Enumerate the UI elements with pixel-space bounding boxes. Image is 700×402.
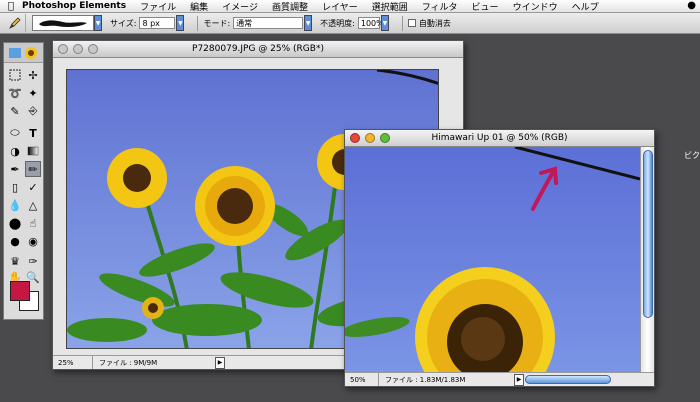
minimize-button[interactable]: [365, 133, 375, 143]
menu-filter[interactable]: フィルタ: [422, 0, 458, 13]
sharpen-tool-icon[interactable]: △: [25, 197, 41, 213]
toolbox-palette: ✢ ➰ ✦ ✎ ⎆ ⬭ T ◑ ✒ ✏ ▯ ✓ 💧 △ ⬤ ☝ ● ◉ ♛ ✑ …: [3, 42, 44, 320]
sunflower-logo-icon: [8, 46, 37, 59]
close-button[interactable]: [350, 133, 360, 143]
help-bubble-icon[interactable]: ●: [687, 0, 696, 11]
document-window-himawari: Himawari Up 01 @ 50% (RGB) 50% ファイル : 1.…: [344, 129, 655, 387]
menu-layer[interactable]: レイヤー: [322, 0, 358, 13]
file-size-info: ファイル : 9M/9M: [99, 358, 158, 367]
window-status-bar: 50% ファイル : 1.83M/1.83M ▶: [345, 372, 654, 386]
window-title: Himawari Up 01 @ 50% (RGB): [431, 133, 568, 143]
eraser-tool-icon[interactable]: ▯: [7, 179, 23, 195]
sunflower-closeup: [415, 267, 555, 374]
status-menu-arrow-icon[interactable]: ▶: [215, 356, 225, 369]
app-name-menu[interactable]: Photoshop Elements: [22, 1, 126, 11]
separator: [197, 15, 199, 31]
window-title: P7280079.JPG @ 25% (RGB*): [192, 44, 324, 54]
eyedropper-tool-icon[interactable]: ✑: [25, 253, 41, 269]
opacity-input[interactable]: 100%: [357, 17, 384, 29]
sunflower-large: [195, 166, 275, 246]
ellipse-shape-tool-icon[interactable]: ⬭: [7, 125, 23, 141]
mode-label: モード:: [203, 18, 231, 28]
menu-window[interactable]: ウインドウ: [513, 0, 558, 13]
dodge-tool-icon[interactable]: ●: [7, 233, 23, 249]
menu-help[interactable]: ヘルプ: [572, 0, 599, 13]
foreground-color-swatch[interactable]: [10, 281, 30, 301]
blur-tool-icon[interactable]: 💧: [7, 197, 23, 213]
size-input[interactable]: 8 px: [139, 17, 176, 29]
size-slider-arrow-icon[interactable]: ▼: [176, 15, 185, 31]
brush-preset-picker[interactable]: [32, 15, 94, 31]
impressionist-brush-tool-icon[interactable]: ✓: [25, 179, 41, 195]
opacity-slider-arrow-icon[interactable]: ▼: [380, 15, 389, 31]
marquee-tool-icon[interactable]: [7, 67, 23, 83]
red-eye-tool-icon[interactable]: ◉: [25, 233, 41, 249]
type-tool-icon[interactable]: T: [25, 125, 41, 141]
menu-bar:  Photoshop Elements ファイル 編集 イメージ 画質調整 レ…: [0, 0, 700, 13]
vertical-scrollbar[interactable]: [640, 147, 654, 374]
brush-dropdown-arrow-icon[interactable]: ▼: [94, 15, 102, 31]
menu-select[interactable]: 選択範囲: [372, 0, 408, 13]
sponge-tool-icon[interactable]: ⬤: [7, 215, 23, 231]
smudge-tool-icon[interactable]: ☝: [25, 215, 41, 231]
menu-view[interactable]: ビュー: [472, 0, 499, 13]
annotation-arrow: [531, 166, 558, 211]
menu-edit[interactable]: 編集: [190, 0, 208, 13]
auto-erase-label: 自動消去: [418, 18, 451, 28]
zoom-level[interactable]: 50%: [345, 373, 379, 386]
gradient-tool-icon[interactable]: [25, 143, 41, 159]
file-size-info: ファイル : 1.83M/1.83M: [385, 375, 466, 384]
paint-bucket-tool-icon[interactable]: ◑: [7, 143, 23, 159]
selection-brush-tool-icon[interactable]: ✎: [7, 103, 23, 119]
options-bar: ▼ サイズ: 8 px ▼ モード: 通常 ▼ 不透明度: 100% ▼ 自動消…: [0, 13, 700, 34]
separator: [401, 15, 403, 31]
brush-tool-icon[interactable]: ✒: [7, 161, 23, 177]
lasso-tool-icon[interactable]: ➰: [7, 85, 23, 101]
move-tool-icon[interactable]: ✢: [25, 67, 41, 83]
apple-menu-icon[interactable]: : [0, 1, 22, 12]
pencil-tool-icon[interactable]: [4, 14, 26, 32]
mode-dropdown-arrow-icon[interactable]: ▼: [304, 15, 313, 31]
size-label: サイズ:: [110, 18, 137, 28]
toolbox-header: [4, 43, 43, 63]
zoom-level[interactable]: 25%: [53, 356, 93, 369]
minimize-button[interactable]: [73, 44, 83, 54]
clone-stamp-tool-icon[interactable]: ♛: [7, 253, 23, 269]
opacity-label: 不透明度:: [320, 18, 355, 28]
horizontal-scroll-thumb[interactable]: [525, 375, 611, 384]
crop-tool-icon[interactable]: ⎆: [25, 103, 41, 119]
close-button[interactable]: [58, 44, 68, 54]
magic-wand-tool-icon[interactable]: ✦: [25, 85, 41, 101]
window-titlebar[interactable]: P7280079.JPG @ 25% (RGB*): [53, 41, 463, 58]
vertical-scroll-thumb[interactable]: [643, 150, 653, 318]
auto-erase-checkbox[interactable]: [407, 19, 416, 27]
menu-enhance[interactable]: 画質調整: [272, 0, 308, 13]
zoom-button[interactable]: [88, 44, 98, 54]
menu-file[interactable]: ファイル: [140, 0, 176, 13]
mode-select[interactable]: 通常: [233, 17, 304, 29]
image-canvas[interactable]: [345, 147, 640, 374]
status-menu-arrow-icon[interactable]: ▶: [514, 373, 524, 386]
pencil-tool-selected-icon[interactable]: ✏: [25, 161, 41, 177]
background-partial-text: ビク: [684, 151, 700, 160]
window-titlebar[interactable]: Himawari Up 01 @ 50% (RGB): [345, 130, 654, 147]
sunflower-closeup-image: [345, 147, 640, 374]
menu-image[interactable]: イメージ: [222, 0, 258, 13]
zoom-button[interactable]: [380, 133, 390, 143]
